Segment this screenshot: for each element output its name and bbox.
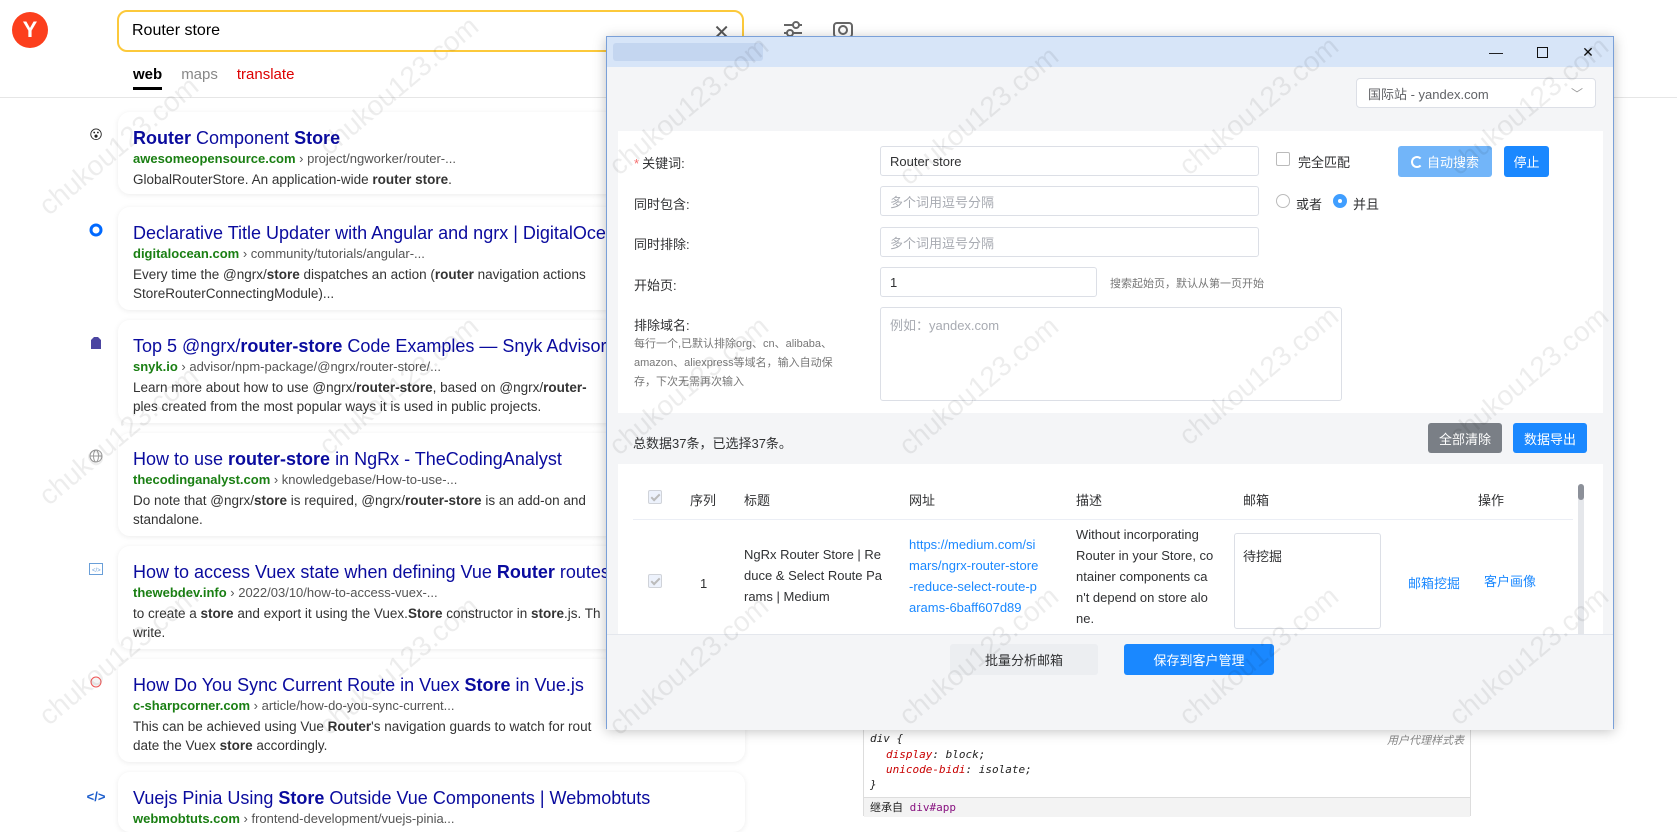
column-header: 操作 [1478, 493, 1505, 508]
row-url-link[interactable]: https://medium.com/si mars/ngrx-router-st… [909, 534, 1038, 618]
column-header: 网址 [909, 493, 936, 508]
mine-email-link[interactable]: 邮箱挖掘 [1408, 573, 1460, 594]
region-select[interactable]: 国际站 - yandex.com ﹀ [1356, 78, 1596, 108]
result-url[interactable]: webmobtuts.com › frontend-development/vu… [133, 810, 730, 828]
row-title: NgRx Router Store | Re duce & Select Rout… [744, 547, 883, 604]
dialog-footer [607, 634, 1613, 730]
digitalocean-favicon-icon [88, 222, 104, 238]
include-input[interactable]: 多个词用逗号分隔 [880, 186, 1259, 216]
css-origin: 用户代理样式表 [1387, 734, 1464, 747]
region-select-value: 国际站 - yandex.com [1368, 86, 1489, 102]
select-all-checkbox[interactable] [648, 490, 662, 504]
tab-translate[interactable]: translate [237, 66, 295, 90]
row-email-cell[interactable]: 待挖掘 [1234, 533, 1381, 629]
chevron-down-icon: ﹀ [1570, 87, 1583, 101]
table-scrollbar-thumb[interactable] [1578, 484, 1584, 500]
maximize-button[interactable] [1519, 37, 1565, 67]
inherited-from: 继承自 div#app [864, 797, 1470, 817]
window-title [613, 43, 763, 61]
stats-text: 总数据37条，已选择37条。 [633, 436, 792, 451]
clear-all-button[interactable]: 全部清除 [1428, 423, 1502, 453]
c-sharpcorner-favicon-icon [88, 674, 104, 690]
column-header: 标题 [744, 493, 771, 508]
close-button[interactable]: ✕ [1565, 37, 1611, 67]
include-label: 同时包含: [634, 197, 690, 212]
exclude-domain-textarea[interactable]: 例如：yandex.com [880, 307, 1342, 401]
tab-web[interactable]: web [133, 66, 163, 90]
row-index: 1 [700, 576, 708, 591]
devtools-styles-pane: div { 用户代理样式表 display: block; unicode-bi… [863, 728, 1471, 817]
row-description: Without incorporating Router in your Stor… [1076, 527, 1214, 626]
search-result[interactable]: Vuejs Pinia Using Store Outside Vue Comp… [118, 772, 745, 832]
css-selector: div { [870, 732, 904, 745]
css-close: } [870, 778, 877, 791]
export-button[interactable]: 数据导出 [1513, 423, 1587, 453]
and-label: 并且 [1353, 197, 1380, 212]
column-header: 描述 [1076, 493, 1103, 508]
title-bar[interactable]: — ✕ [607, 37, 1613, 67]
result-title[interactable]: Vuejs Pinia Using Store Outside Vue Comp… [133, 786, 730, 810]
keyword-input[interactable]: Router store [880, 146, 1259, 176]
exclude-label: 同时排除: [634, 237, 690, 252]
stop-button[interactable]: 停止 [1504, 146, 1549, 177]
search-query: Router store [132, 22, 221, 39]
column-header: 邮箱 [1243, 493, 1270, 508]
exclude-domain-hint: 每行一个,已默认排除org、cn、alibaba、 amazon、aliexpr… [634, 338, 833, 388]
tab-maps[interactable]: maps [181, 66, 218, 90]
exact-match-label: 完全匹配 [1298, 155, 1351, 170]
code-page-icon: </> [88, 561, 104, 577]
yandex-logo[interactable]: Y [12, 12, 48, 48]
or-radio[interactable] [1276, 194, 1290, 208]
or-label: 或者 [1296, 197, 1323, 212]
search-tabs: web maps translate [133, 66, 294, 90]
minimize-button[interactable]: — [1473, 37, 1519, 67]
start-page-input[interactable]: 1 [880, 267, 1097, 297]
auto-search-button[interactable]: 自动搜索 [1398, 146, 1492, 177]
column-header: 序列 [690, 493, 717, 508]
start-page-label: 开始页: [634, 278, 677, 293]
awesomeopensource-favicon-icon: 😮 [89, 127, 103, 142]
keyword-search-dialog: — ✕ 国际站 - yandex.com ﹀ * 关键词: Router stor… [606, 36, 1614, 730]
keyword-label: * 关键词: [634, 156, 685, 171]
css-rule: unicode-bidi: isolate; [886, 763, 1032, 776]
css-rule: display: block; [886, 748, 986, 761]
code-icon: </> [86, 788, 106, 804]
header-divider [633, 519, 1573, 520]
exclude-input[interactable]: 多个词用逗号分隔 [880, 227, 1259, 257]
and-radio[interactable] [1333, 194, 1347, 208]
row-checkbox[interactable] [648, 574, 662, 588]
batch-analyze-email-button[interactable]: 批量分析邮箱 [950, 644, 1098, 675]
start-page-hint: 搜索起始页，默认从第一页开始 [1110, 278, 1264, 290]
loading-spinner-icon [1410, 155, 1423, 168]
globe-icon [88, 448, 104, 464]
table-scrollbar[interactable] [1578, 484, 1584, 642]
exclude-domain-label: 排除域名: [634, 318, 690, 333]
customer-profile-link[interactable]: 客户画像 [1484, 571, 1536, 592]
save-to-client-button[interactable]: 保存到客户管理 [1124, 644, 1274, 675]
svg-text:</>: </> [92, 568, 101, 574]
exact-match-checkbox[interactable] [1276, 152, 1290, 166]
snyk-favicon-icon [88, 335, 104, 351]
